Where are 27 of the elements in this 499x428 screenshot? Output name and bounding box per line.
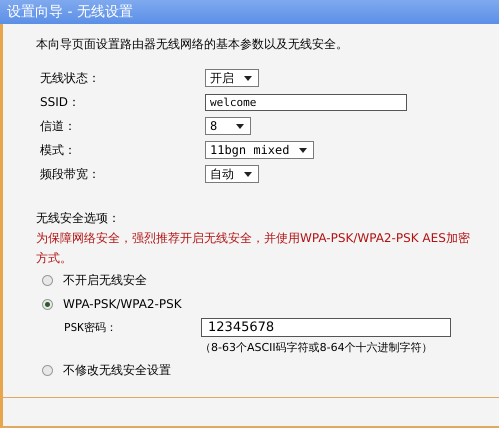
option-label: 不开启无线安全: [63, 272, 147, 289]
radio-button[interactable]: [42, 364, 53, 376]
hint-text: （8-63个ASCII码字符或8-64个十六进制字符）: [199, 340, 434, 356]
radio-button[interactable]: [42, 274, 53, 286]
input-field[interactable]: welcome: [205, 94, 407, 110]
password-field[interactable]: 12345678: [201, 318, 451, 336]
caret-icon: [244, 76, 252, 80]
field-label: 信道：: [39, 118, 77, 134]
dropdown[interactable]: 开启: [205, 69, 259, 87]
section-heading: 无线安全选项：: [36, 210, 121, 227]
option-label: 不修改无线安全设置: [63, 362, 171, 379]
field-label: 模式：: [39, 142, 77, 158]
window-title: 设置向导 - 无线设置: [0, 0, 499, 24]
caret-icon: [299, 148, 308, 152]
dropdown[interactable]: 11bgn mixed: [205, 141, 314, 159]
radio-button[interactable]: [42, 298, 53, 310]
intro-text: 本向导页面设置路由器无线网络的基本参数以及无线安全。: [36, 36, 349, 53]
field-label: 频段带宽：: [39, 166, 101, 182]
dropdown[interactable]: 自动: [205, 165, 259, 183]
dropdown[interactable]: 8: [205, 117, 251, 135]
field-label: 无线状态：: [39, 70, 101, 86]
field-label: SSID：: [39, 94, 82, 110]
field-label: PSK密码：: [63, 320, 118, 334]
caret-icon: [236, 124, 244, 128]
warning-text: 为保障网络安全，强烈推荐开启无线安全，并使用WPA-PSK/WPA2-PSK AES加密方式。: [36, 230, 471, 267]
option-label: WPA-PSK/WPA2-PSK: [63, 296, 182, 313]
caret-icon: [244, 172, 252, 176]
